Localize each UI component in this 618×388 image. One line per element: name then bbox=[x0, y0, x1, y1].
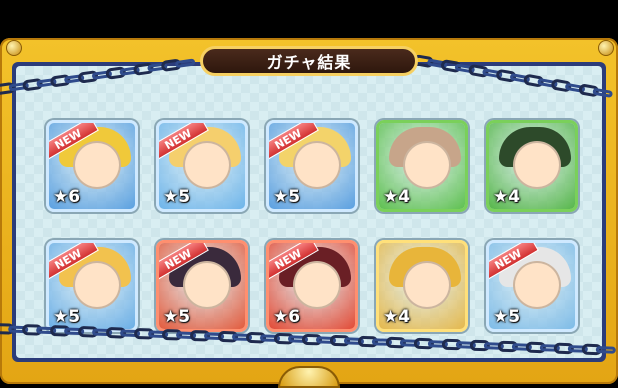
character-card[interactable]: ★4 bbox=[486, 120, 578, 212]
rarity-label: ★5 bbox=[493, 307, 521, 327]
character-face bbox=[293, 261, 341, 309]
rarity-label: ★5 bbox=[273, 187, 301, 207]
character-card[interactable]: ★4 bbox=[376, 120, 468, 212]
character-face bbox=[73, 261, 121, 309]
rarity-label: ★5 bbox=[163, 307, 191, 327]
character-card[interactable]: ★5 NEW bbox=[46, 240, 138, 332]
character-card[interactable]: ★5 NEW bbox=[156, 240, 248, 332]
rarity-label: ★4 bbox=[383, 187, 411, 207]
character-face bbox=[183, 141, 231, 189]
character-card[interactable]: ★5 NEW bbox=[266, 120, 358, 212]
character-card[interactable]: ★5 NEW bbox=[486, 240, 578, 332]
lock-icon bbox=[278, 366, 340, 388]
character-card[interactable]: ★6 NEW bbox=[266, 240, 358, 332]
character-face bbox=[293, 141, 341, 189]
character-card[interactable]: ★5 NEW bbox=[156, 120, 248, 212]
chain-link bbox=[595, 346, 616, 354]
character-face bbox=[513, 141, 561, 189]
character-face bbox=[403, 141, 451, 189]
bolt-icon bbox=[598, 40, 614, 56]
rarity-label: ★4 bbox=[493, 187, 521, 207]
page-title: ガチャ結果 bbox=[266, 53, 352, 72]
title-plate: ガチャ結果 bbox=[200, 46, 418, 76]
rarity-label: ★4 bbox=[383, 307, 411, 327]
character-face bbox=[513, 261, 561, 309]
bolt-icon bbox=[6, 40, 22, 56]
chain-link bbox=[174, 58, 196, 69]
rarity-label: ★6 bbox=[53, 187, 81, 207]
character-face bbox=[73, 141, 121, 189]
rarity-label: ★5 bbox=[163, 187, 191, 207]
character-card[interactable]: ★4 bbox=[376, 240, 468, 332]
character-face bbox=[403, 261, 451, 309]
rarity-label: ★5 bbox=[53, 307, 81, 327]
character-card[interactable]: ★6 NEW bbox=[46, 120, 138, 212]
character-face bbox=[183, 261, 231, 309]
rarity-label: ★6 bbox=[273, 307, 301, 327]
